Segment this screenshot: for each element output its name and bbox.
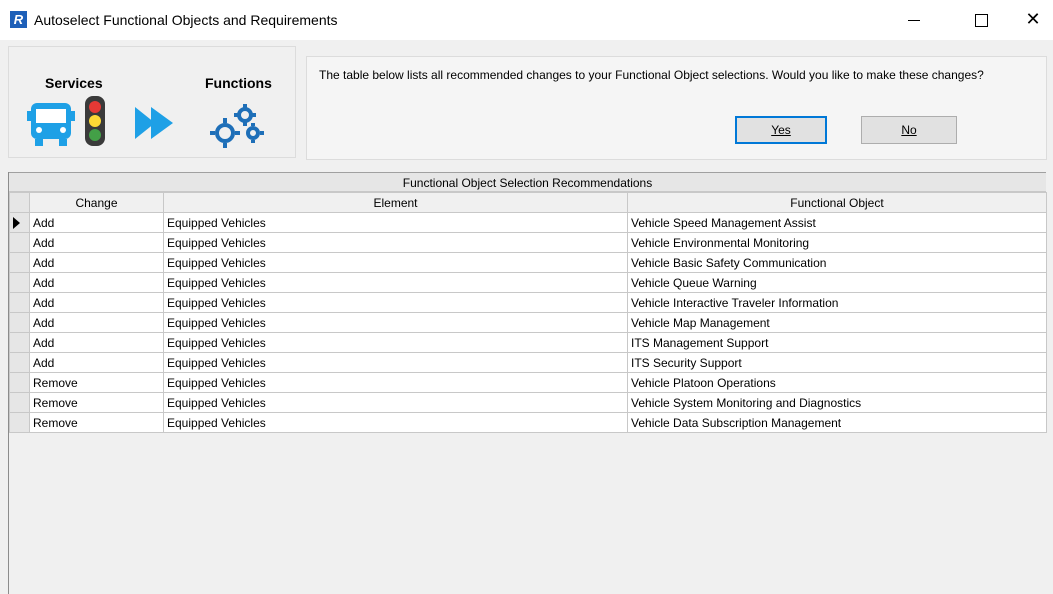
row-selector[interactable]: [9, 272, 30, 293]
table-row[interactable]: Add Equipped Vehicles Vehicle Environmenta…: [9, 232, 1047, 253]
double-arrow-icon: [135, 107, 173, 139]
recommendations-grid: Functional Object Selection Recommendati…: [8, 172, 1047, 594]
cell-functional-object[interactable]: Vehicle Basic Safety Communication: [627, 252, 1047, 273]
maximize-icon: [974, 13, 988, 27]
row-selector[interactable]: [9, 232, 30, 253]
current-row-arrow-icon: [13, 217, 20, 230]
cell-change[interactable]: Add: [29, 212, 164, 233]
row-selector[interactable]: [9, 412, 30, 433]
traffic-light-icon: [85, 96, 105, 146]
yes-button-label: Yes: [771, 123, 791, 137]
prompt-message: The table below lists all recommended ch…: [319, 68, 984, 82]
column-header-change[interactable]: Change: [29, 192, 164, 213]
cell-element[interactable]: Equipped Vehicles: [163, 272, 628, 293]
no-button[interactable]: No: [861, 116, 957, 144]
cell-change[interactable]: Add: [29, 252, 164, 273]
table-row[interactable]: Add Equipped Vehicles Vehicle Map Manageme…: [9, 312, 1047, 333]
cell-functional-object[interactable]: Vehicle Data Subscription Management: [627, 412, 1047, 433]
table-row[interactable]: Remove Equipped Vehicles Vehicle System Mo…: [9, 392, 1047, 413]
cell-functional-object[interactable]: Vehicle Speed Management Assist: [627, 212, 1047, 233]
cell-element[interactable]: Equipped Vehicles: [163, 412, 628, 433]
cell-change[interactable]: Add: [29, 312, 164, 333]
table-row[interactable]: Add Equipped Vehicles ITS Management Suppo…: [9, 332, 1047, 353]
row-selector[interactable]: [9, 352, 30, 373]
cell-element[interactable]: Equipped Vehicles: [163, 232, 628, 253]
cell-change[interactable]: Remove: [29, 392, 164, 413]
yes-button[interactable]: Yes: [735, 116, 827, 144]
cell-element[interactable]: Equipped Vehicles: [163, 212, 628, 233]
cell-change[interactable]: Add: [29, 292, 164, 313]
cell-element[interactable]: Equipped Vehicles: [163, 392, 628, 413]
row-selector[interactable]: [9, 332, 30, 353]
cell-change[interactable]: Remove: [29, 412, 164, 433]
row-selector[interactable]: [9, 392, 30, 413]
cell-element[interactable]: Equipped Vehicles: [163, 332, 628, 353]
column-header-element[interactable]: Element: [163, 192, 628, 213]
row-selector-header[interactable]: [9, 192, 30, 213]
cell-element[interactable]: Equipped Vehicles: [163, 372, 628, 393]
cell-functional-object[interactable]: ITS Security Support: [627, 352, 1047, 373]
cell-functional-object[interactable]: Vehicle Interactive Traveler Information: [627, 292, 1047, 313]
column-header-functional-object[interactable]: Functional Object: [627, 192, 1047, 213]
cell-change[interactable]: Remove: [29, 372, 164, 393]
cell-functional-object[interactable]: Vehicle System Monitoring and Diagnostic…: [627, 392, 1047, 413]
table-row[interactable]: Add Equipped Vehicles Vehicle Queue Warnin…: [9, 272, 1047, 293]
no-button-label: No: [901, 123, 917, 137]
row-selector[interactable]: [9, 312, 30, 333]
functions-label: Functions: [205, 75, 272, 91]
maximize-button[interactable]: [958, 0, 1004, 40]
cell-change[interactable]: Add: [29, 332, 164, 353]
bus-icon: [27, 103, 75, 146]
row-selector[interactable]: [9, 252, 30, 273]
row-selector[interactable]: [9, 372, 30, 393]
table-row[interactable]: Remove Equipped Vehicles Vehicle Platoon O…: [9, 372, 1047, 393]
table-header-row: Change Element Functional Object: [9, 192, 1047, 213]
cell-change[interactable]: Add: [29, 272, 164, 293]
grid-caption: Functional Object Selection Recommendati…: [9, 172, 1046, 192]
cell-functional-object[interactable]: Vehicle Map Management: [627, 312, 1047, 333]
cell-change[interactable]: Add: [29, 232, 164, 253]
recommendations-table: Change Element Functional Object Add Equi…: [9, 192, 1047, 433]
prompt-panel: The table below lists all recommended ch…: [306, 56, 1047, 160]
row-selector[interactable]: [9, 292, 30, 313]
cell-functional-object[interactable]: Vehicle Environmental Monitoring: [627, 232, 1047, 253]
row-selector[interactable]: [9, 212, 30, 233]
minimize-icon: [908, 19, 920, 21]
services-functions-banner: Services Functions: [8, 46, 296, 158]
app-icon: R: [10, 11, 27, 28]
cell-change[interactable]: Add: [29, 352, 164, 373]
minimize-button[interactable]: [891, 0, 937, 40]
cell-functional-object[interactable]: ITS Management Support: [627, 332, 1047, 353]
cell-element[interactable]: Equipped Vehicles: [163, 312, 628, 333]
table-body: Add Equipped Vehicles Vehicle Speed Manage…: [9, 212, 1047, 433]
table-row[interactable]: Add Equipped Vehicles Vehicle Speed Manage…: [9, 212, 1047, 233]
dialog-window: R Autoselect Functional Objects and Requ…: [0, 0, 1053, 594]
table-row[interactable]: Add Equipped Vehicles Vehicle Basic Safety…: [9, 252, 1047, 273]
cell-element[interactable]: Equipped Vehicles: [163, 352, 628, 373]
cell-functional-object[interactable]: Vehicle Platoon Operations: [627, 372, 1047, 393]
cell-element[interactable]: Equipped Vehicles: [163, 292, 628, 313]
title-bar: R Autoselect Functional Objects and Requ…: [0, 0, 1053, 40]
gears-icon: [210, 104, 264, 148]
window-title: Autoselect Functional Objects and Requir…: [34, 12, 338, 28]
close-button[interactable]: ✕: [1010, 0, 1053, 40]
table-row[interactable]: Add Equipped Vehicles Vehicle Interactive …: [9, 292, 1047, 313]
cell-functional-object[interactable]: Vehicle Queue Warning: [627, 272, 1047, 293]
table-row[interactable]: Remove Equipped Vehicles Vehicle Data Subs…: [9, 412, 1047, 433]
close-icon: ✕: [1025, 9, 1041, 30]
table-row[interactable]: Add Equipped Vehicles ITS Security Support: [9, 352, 1047, 373]
cell-element[interactable]: Equipped Vehicles: [163, 252, 628, 273]
services-label: Services: [45, 75, 103, 91]
